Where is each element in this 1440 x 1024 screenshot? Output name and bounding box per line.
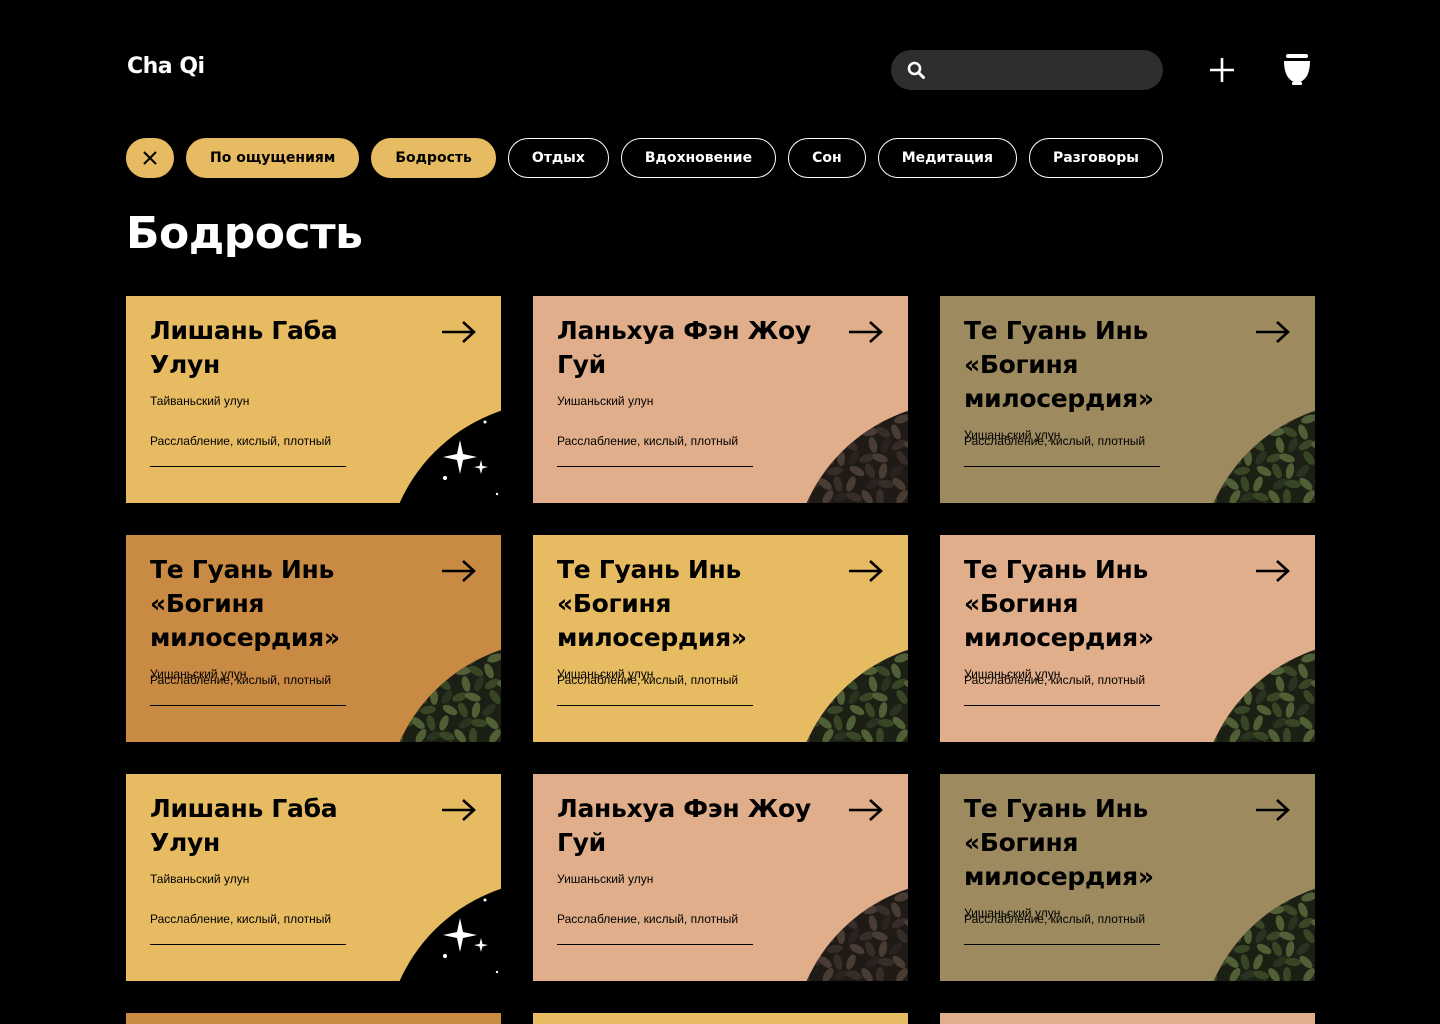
- green-tea-leaves-image: [385, 641, 501, 742]
- filter-chip[interactable]: По ощущениям: [186, 138, 360, 178]
- filter-chip[interactable]: Разговоры: [1028, 138, 1163, 178]
- tea-notes: Расслабление, кислый, плотный: [557, 912, 739, 926]
- filter-chip[interactable]: Медитация: [877, 138, 1017, 178]
- open-card-button[interactable]: [1255, 559, 1291, 583]
- tea-card[interactable]: Лишань Габа Улун Тайваньский улун Рассла…: [126, 774, 501, 981]
- tea-name: Те Гуань Инь «Богиня милосердия»: [964, 794, 1154, 891]
- tea-name: Те Гуань Инь «Богиня милосердия»: [150, 555, 340, 652]
- tea-card-partial[interactable]: [533, 1013, 908, 1024]
- tea-card-grid: Лишань Габа Улун Тайваньский улун Рассла…: [126, 296, 1315, 981]
- tea-image: [385, 641, 501, 742]
- arrow-right-icon: [849, 321, 883, 343]
- tea-region: Уишаньский улун: [557, 394, 654, 408]
- stars-illustration: [385, 402, 501, 503]
- tea-cup-icon: [1284, 54, 1310, 85]
- divider: [964, 705, 1160, 706]
- tea-notes: Расслабление, кислый, плотный: [150, 912, 332, 926]
- green-tea-leaves-image: [1199, 880, 1315, 981]
- tea-card[interactable]: Те Гуань Инь «Богиня милосердия» Уишаньс…: [126, 535, 501, 742]
- app-logo[interactable]: Cha Qi: [127, 54, 205, 79]
- tea-region: Тайваньский улун: [150, 394, 250, 408]
- tea-card[interactable]: Те Гуань Инь «Богиня милосердия» Уишаньс…: [940, 296, 1315, 503]
- tea-card[interactable]: Лишань Габа Улун Тайваньский улун Рассла…: [126, 296, 501, 503]
- tea-card[interactable]: Ланьхуа Фэн Жоу Гуй Уишаньский улун Расс…: [533, 296, 908, 503]
- arrow-right-icon: [1256, 321, 1290, 343]
- tea-region: Тайваньский улун: [150, 872, 250, 886]
- tea-card-partial[interactable]: [940, 1013, 1315, 1024]
- tea-notes: Расслабление, кислый, плотный: [150, 673, 332, 687]
- open-card-button[interactable]: [441, 559, 477, 583]
- tea-name: Лишань Габа Улун: [150, 794, 338, 857]
- add-button[interactable]: [1206, 54, 1238, 86]
- filter-chip[interactable]: Вдохновение: [620, 138, 777, 178]
- filter-chip[interactable]: Отдых: [507, 138, 609, 178]
- tea-card[interactable]: Те Гуань Инь «Богиня милосердия» Уишаньс…: [940, 535, 1315, 742]
- dark-tea-leaves-image: [792, 402, 908, 503]
- arrow-right-icon: [1256, 560, 1290, 582]
- divider: [150, 705, 346, 706]
- tea-image: [792, 880, 908, 981]
- tea-image: [792, 402, 908, 503]
- page-title: Бодрость: [126, 208, 363, 259]
- filter-chip[interactable]: Сон: [788, 138, 866, 178]
- arrow-right-icon: [1256, 799, 1290, 821]
- tea-name: Те Гуань Инь «Богиня милосердия»: [964, 555, 1154, 652]
- tea-notes: Расслабление, кислый, плотный: [964, 434, 1146, 448]
- search-icon: [907, 61, 925, 79]
- open-card-button[interactable]: [848, 798, 884, 822]
- tea-name: Те Гуань Инь «Богиня милосердия»: [964, 316, 1154, 413]
- tea-name: Те Гуань Инь «Богиня милосердия»: [557, 555, 747, 652]
- filter-bar: По ощущениям Бодрость Отдых Вдохновение Сон М…: [126, 138, 1163, 178]
- tea-image: [385, 880, 501, 981]
- filter-chip[interactable]: Бодрость: [371, 138, 496, 178]
- open-card-button[interactable]: [848, 320, 884, 344]
- divider: [150, 944, 346, 945]
- arrow-right-icon: [442, 560, 476, 582]
- tea-card[interactable]: Ланьхуа Фэн Жоу Гуй Уишаньский улун Расс…: [533, 774, 908, 981]
- tea-notes: Расслабление, кислый, плотный: [557, 673, 739, 687]
- green-tea-leaves-image: [1199, 402, 1315, 503]
- divider: [964, 944, 1160, 945]
- divider: [557, 466, 753, 467]
- divider: [964, 466, 1160, 467]
- divider: [150, 466, 346, 467]
- open-card-button[interactable]: [1255, 320, 1291, 344]
- tea-name: Ланьхуа Фэн Жоу Гуй: [557, 794, 811, 857]
- tea-card-partial[interactable]: [126, 1013, 501, 1024]
- tea-card[interactable]: Те Гуань Инь «Богиня милосердия» Уишаньс…: [533, 535, 908, 742]
- arrow-right-icon: [849, 799, 883, 821]
- plus-icon: [1210, 58, 1234, 82]
- open-card-button[interactable]: [441, 320, 477, 344]
- divider: [557, 944, 753, 945]
- arrow-right-icon: [442, 321, 476, 343]
- tea-notes: Расслабление, кислый, плотный: [150, 434, 332, 448]
- tea-name: Ланьхуа Фэн Жоу Гуй: [557, 316, 811, 379]
- green-tea-leaves-image: [792, 641, 908, 742]
- open-card-button[interactable]: [848, 559, 884, 583]
- dark-tea-leaves-image: [792, 880, 908, 981]
- tea-image: [792, 641, 908, 742]
- tea-notes: Расслабление, кислый, плотный: [964, 912, 1146, 926]
- tea-image: [1199, 641, 1315, 742]
- clear-filters-button[interactable]: [126, 138, 174, 178]
- tea-image: [1199, 880, 1315, 981]
- tea-image: [1199, 402, 1315, 503]
- stars-illustration: [385, 880, 501, 981]
- tea-card[interactable]: Те Гуань Инь «Богиня милосердия» Уишаньс…: [940, 774, 1315, 981]
- tea-cup-button[interactable]: [1281, 52, 1313, 86]
- divider: [557, 705, 753, 706]
- green-tea-leaves-image: [1199, 641, 1315, 742]
- close-icon: [143, 151, 157, 165]
- open-card-button[interactable]: [441, 798, 477, 822]
- tea-region: Уишаньский улун: [557, 872, 654, 886]
- tea-image: [385, 402, 501, 503]
- open-card-button[interactable]: [1255, 798, 1291, 822]
- tea-notes: Расслабление, кислый, плотный: [557, 434, 739, 448]
- arrow-right-icon: [442, 799, 476, 821]
- tea-notes: Расслабление, кислый, плотный: [964, 673, 1146, 687]
- tea-name: Лишань Габа Улун: [150, 316, 338, 379]
- arrow-right-icon: [849, 560, 883, 582]
- search-bar[interactable]: [891, 50, 1163, 90]
- search-input[interactable]: [935, 61, 1155, 79]
